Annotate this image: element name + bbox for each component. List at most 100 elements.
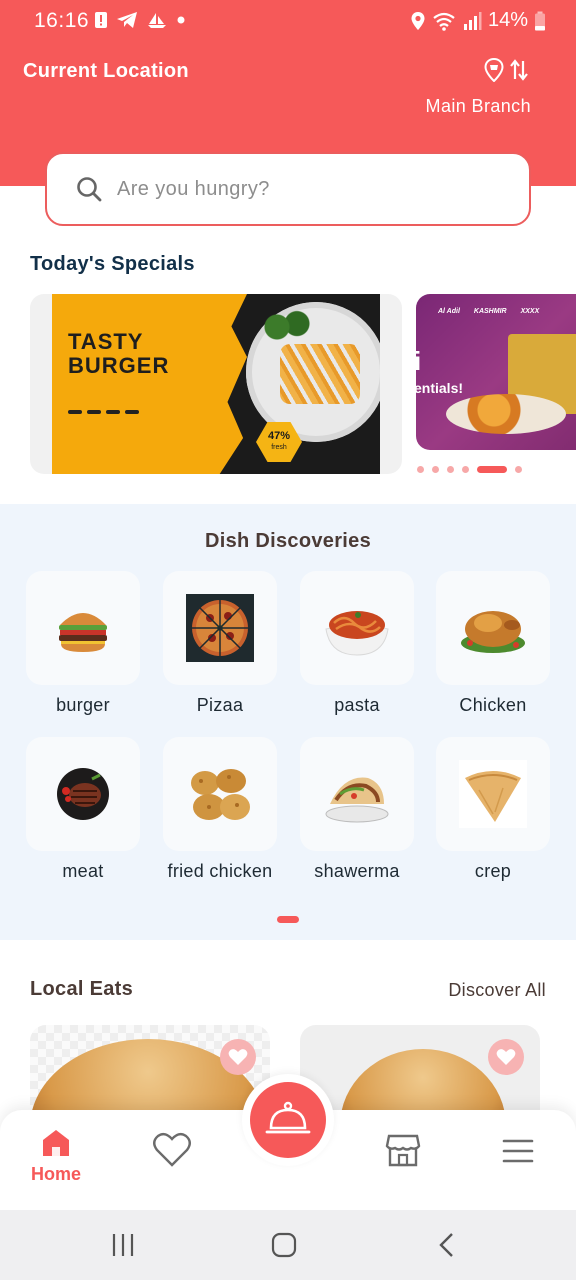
dish-card[interactable] (163, 737, 277, 851)
special-banner-tasty-burger[interactable]: TASTY BURGER 47% fresh (30, 294, 402, 474)
carousel-dot[interactable] (447, 466, 454, 473)
dish-item-pizza[interactable]: Pizaa (163, 571, 277, 716)
dish-item-meat[interactable]: meat (26, 737, 140, 882)
dish-card[interactable] (300, 737, 414, 851)
local-eats-title: Local Eats (30, 978, 134, 1000)
heart-icon (228, 1049, 248, 1065)
brand-2: KASHMIR (473, 308, 507, 315)
search-input[interactable]: Are you hungry? (45, 152, 531, 226)
home-circle-icon[interactable] (271, 1232, 297, 1258)
dish-card[interactable] (26, 571, 140, 685)
banner-headline-line1: TASTY (68, 329, 144, 354)
carousel-dot-active[interactable] (477, 466, 507, 473)
banner2-big-text: i (416, 346, 422, 376)
nav-stores[interactable] (385, 1132, 421, 1168)
app-screen: 16:16 14% Current Location Main Branch A… (0, 0, 576, 1280)
banner-headline: TASTY BURGER (68, 330, 169, 378)
cloche-icon (265, 1101, 311, 1134)
dish-card[interactable] (436, 571, 550, 685)
swap-arrows-icon[interactable] (510, 59, 528, 81)
alert-icon (95, 12, 107, 28)
search-placeholder: Are you hungry? (117, 177, 270, 200)
dish-item-crep[interactable]: crep (436, 737, 550, 882)
branch-switcher[interactable] (484, 58, 528, 82)
boat-icon (148, 13, 166, 28)
carousel-dot[interactable] (515, 466, 522, 473)
carousel-dot[interactable] (417, 466, 424, 473)
special-banner-essentials[interactable]: Al Adil KASHMIR XXXX i entials! (416, 294, 576, 450)
home-icon (43, 1130, 69, 1156)
dish-item-burger[interactable]: burger (26, 571, 140, 716)
brand-3: XXXX (520, 308, 540, 315)
discover-all-link[interactable]: Discover All (448, 980, 546, 1001)
dish-page-indicator (277, 916, 299, 923)
dish-card[interactable] (163, 571, 277, 685)
crep-image (459, 760, 527, 828)
carousel-dot[interactable] (432, 466, 439, 473)
dish-card[interactable] (300, 571, 414, 685)
banner-yellow-shape (52, 294, 247, 474)
burger-image (59, 613, 107, 652)
fried-chicken-image (191, 769, 250, 820)
nav-menu[interactable] (502, 1138, 534, 1164)
order-button[interactable] (250, 1082, 326, 1158)
greens-image (262, 310, 312, 344)
search-icon (77, 177, 102, 202)
nav-home-label: Home (31, 1164, 82, 1184)
dish-label: meat (62, 861, 104, 881)
badge-label: fresh (271, 444, 287, 451)
system-navigation-bar (0, 1210, 576, 1280)
heart-outline-icon (153, 1132, 191, 1167)
dish-label: shawerma (314, 861, 400, 881)
snack-plate-image (446, 394, 566, 434)
chicken-image (461, 611, 525, 653)
nav-favorites[interactable] (152, 1132, 192, 1168)
signal-icon (463, 11, 482, 30)
notification-icons (94, 11, 186, 29)
shawerma-image (325, 777, 389, 823)
system-icons: 14% (410, 9, 546, 32)
nav-home[interactable]: Home (31, 1128, 81, 1185)
pizza-image (186, 594, 254, 662)
specials-title: Today's Specials (30, 253, 195, 275)
status-time: 16:16 (34, 9, 90, 32)
fries-image (280, 344, 360, 404)
dish-item-shawerma[interactable]: shawerma (300, 737, 414, 882)
dot-icon (177, 16, 185, 24)
pasta-image (325, 611, 389, 656)
wifi-icon (433, 12, 455, 31)
favorite-button[interactable] (220, 1039, 256, 1075)
current-location-title: Current Location (23, 60, 189, 82)
status-bar: 16:16 14% (0, 0, 576, 44)
dish-card[interactable] (436, 737, 550, 851)
brand-1: Al Adil (438, 308, 460, 315)
telegram-icon (117, 12, 137, 28)
recent-apps-icon[interactable] (110, 1232, 136, 1258)
carousel-indicator[interactable] (417, 466, 522, 473)
badge-value: 47% (267, 430, 291, 442)
favorite-button[interactable] (488, 1039, 524, 1075)
dish-item-chicken[interactable]: Chicken (436, 571, 550, 716)
dish-discoveries-title: Dish Discoveries (205, 530, 371, 552)
banner-dots (68, 410, 139, 414)
battery-icon (535, 11, 545, 30)
dish-card[interactable] (26, 737, 140, 851)
battery-percent: 14% (487, 9, 528, 31)
heart-icon (496, 1049, 516, 1065)
dish-item-pasta[interactable]: pasta (300, 571, 414, 716)
hamburger-menu-icon (502, 1139, 534, 1163)
dish-label: Pizaa (196, 695, 244, 715)
dish-label: crep (474, 861, 512, 881)
back-icon[interactable] (436, 1232, 456, 1258)
branch-name[interactable]: Main Branch (426, 96, 531, 117)
meat-image (57, 768, 109, 820)
dish-item-fried-chicken[interactable]: fried chicken (163, 737, 277, 882)
dish-label: Chicken (459, 695, 527, 715)
carousel-dot[interactable] (462, 466, 469, 473)
dish-label: burger (56, 695, 110, 715)
banner-headline-line2: BURGER (68, 353, 170, 378)
banner-image: TASTY BURGER 47% fresh (52, 294, 380, 474)
banner2-text: entials! (416, 380, 464, 396)
store-icon (385, 1134, 421, 1167)
store-location-icon[interactable] (484, 58, 504, 82)
